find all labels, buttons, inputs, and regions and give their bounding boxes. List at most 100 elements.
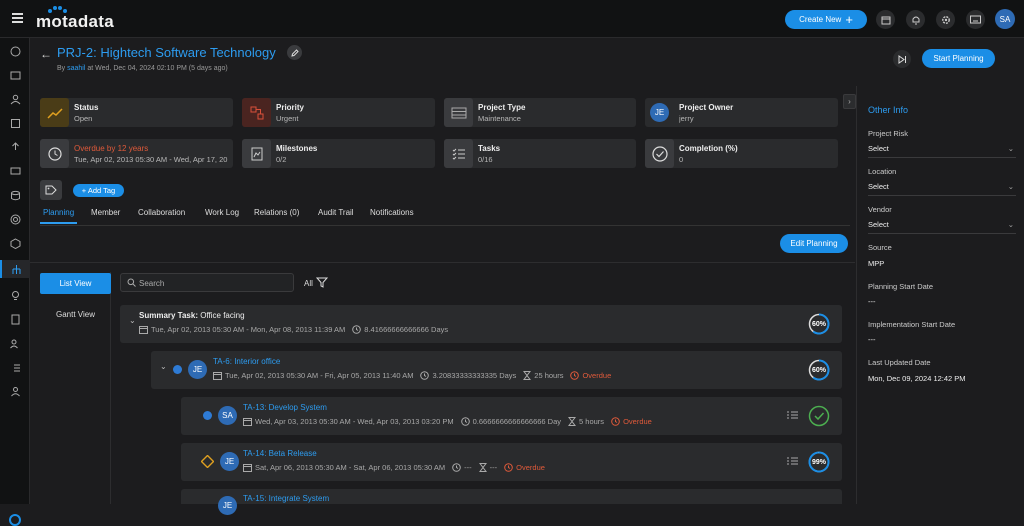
tab-collaboration[interactable]: Collaboration: [138, 208, 185, 217]
calendar-icon[interactable]: [876, 10, 895, 29]
overdue-clock-icon: [570, 371, 580, 380]
change-icon[interactable]: [6, 114, 24, 132]
calendar-icon: [213, 372, 222, 380]
tab-member[interactable]: Member: [91, 208, 120, 217]
collapse-panel-icon[interactable]: ›: [843, 94, 856, 109]
task-link[interactable]: TA-13: Develop System: [243, 403, 327, 412]
bell-icon[interactable]: [906, 10, 925, 29]
contacts-icon[interactable]: [6, 334, 24, 352]
overdue-card: Overdue by 12 years Tue, Apr 02, 2013 05…: [40, 139, 233, 168]
creator-link[interactable]: saahil: [67, 65, 85, 72]
calendar-icon: [139, 326, 148, 334]
monitor-icon[interactable]: [6, 162, 24, 180]
priority-icon: [242, 98, 271, 127]
calendar-icon: [243, 418, 252, 426]
calendar-icon: [243, 464, 252, 472]
database-icon[interactable]: [6, 186, 24, 204]
task-meta: Sat, Apr 06, 2013 05:30 AM - Sat, Apr 06…: [243, 463, 545, 472]
chevron-down-icon[interactable]: ⌄: [160, 362, 167, 371]
planning-start-value: ---: [868, 297, 876, 306]
report-icon[interactable]: [6, 310, 24, 328]
milestones-card: Milestones 0/2: [242, 139, 435, 168]
tab-work-log[interactable]: Work Log: [205, 208, 239, 217]
create-new-button[interactable]: Create New +: [785, 10, 867, 29]
vendor-label: Vendor: [868, 205, 892, 214]
check-circle-icon: [645, 139, 674, 168]
tasks-icon: [444, 139, 473, 168]
gear-icon[interactable]: [936, 10, 955, 29]
view-panel: [40, 272, 111, 504]
status-dot: [203, 411, 212, 420]
hourglass-icon: [478, 463, 487, 472]
filter-icon[interactable]: [316, 277, 328, 288]
project-risk-label: Project Risk: [868, 129, 909, 138]
task-meta: Wed, Apr 03, 2013 05:30 AM - Wed, Apr 03…: [243, 417, 652, 426]
idea-icon[interactable]: [6, 286, 24, 304]
user-avatar[interactable]: SA: [995, 9, 1015, 29]
cube-icon[interactable]: [6, 234, 24, 252]
impl-start-label: Implementation Start Date: [868, 320, 956, 329]
gantt-view-button[interactable]: Gantt View: [56, 310, 95, 319]
keyboard-icon[interactable]: [966, 10, 985, 29]
created-by: By saahil at Wed, Dec 04, 2024 02:10 PM …: [57, 65, 228, 72]
vendor-select[interactable]: Select ⌄: [868, 220, 1016, 234]
tab-notifications[interactable]: Notifications: [370, 208, 414, 217]
team-icon[interactable]: [6, 382, 24, 400]
ticket-icon[interactable]: [6, 66, 24, 84]
logo[interactable]: motadata: [36, 6, 114, 32]
project-type-icon: [444, 98, 473, 127]
dashboard-icon[interactable]: [6, 42, 24, 60]
list-view-button[interactable]: List View: [40, 273, 111, 294]
clock-icon: [460, 417, 470, 426]
clock-icon: [352, 325, 362, 334]
location-label: Location: [868, 167, 897, 176]
progress-ring: 60%: [808, 359, 830, 381]
edit-planning-button[interactable]: Edit Planning: [780, 234, 848, 253]
checklist-icon[interactable]: [787, 456, 798, 466]
task-link[interactable]: TA-14: Beta Release: [243, 449, 317, 458]
menu-icon[interactable]: [12, 13, 23, 23]
milestone-diamond-icon: [201, 455, 214, 468]
sidebar: [0, 38, 30, 526]
task-link[interactable]: TA-6: Interior office: [213, 357, 280, 366]
location-select[interactable]: Select ⌄: [868, 182, 1016, 196]
project-risk-select[interactable]: Select ⌄: [868, 144, 1016, 158]
source-value: MPP: [868, 259, 885, 268]
search-input[interactable]: [139, 276, 289, 290]
progress-ring: 60%: [808, 313, 830, 335]
checklist-icon[interactable]: [6, 358, 24, 376]
top-bar: motadata Create New + SA: [0, 0, 1024, 38]
edit-title-icon[interactable]: [287, 45, 302, 60]
user-icon[interactable]: [6, 90, 24, 108]
add-tag-button[interactable]: + Add Tag: [73, 184, 124, 197]
task-meta: Tue, Apr 02, 2013 05:30 AM - Fri, Apr 05…: [213, 371, 611, 380]
status-dot: [173, 365, 182, 374]
tab-planning[interactable]: Planning: [43, 208, 74, 217]
assignee-avatar: JE: [188, 360, 207, 379]
skip-icon[interactable]: [893, 50, 911, 68]
checklist-icon[interactable]: [787, 410, 798, 420]
search-icon: [127, 278, 136, 287]
active-tab-indicator: [40, 222, 77, 224]
search-box: [120, 273, 294, 292]
completed-check-icon: [808, 405, 830, 427]
back-arrow-icon[interactable]: ←: [40, 47, 52, 61]
support-icon[interactable]: [6, 210, 24, 228]
project-owner-card: JE Project Owner jerry: [645, 98, 838, 127]
task-link[interactable]: TA-15: Integrate System: [243, 494, 329, 503]
divider: [30, 262, 855, 263]
source-label: Source: [868, 243, 892, 252]
tab-relations[interactable]: Relations (0): [254, 208, 299, 217]
completion-card: Completion (%) 0: [645, 139, 838, 168]
release-icon[interactable]: [6, 138, 24, 156]
other-info-title: Other Info: [868, 105, 909, 115]
assignee-avatar: JE: [218, 496, 237, 515]
chevron-down-icon[interactable]: ⌄: [129, 316, 136, 325]
project-icon[interactable]: [0, 260, 30, 278]
tab-audit-trail[interactable]: Audit Trail: [318, 208, 354, 217]
tabs: Planning Member Collaboration Work Log R…: [40, 204, 850, 226]
trend-icon: [40, 98, 69, 127]
filter-label: All: [304, 279, 313, 288]
planning-start-label: Planning Start Date: [868, 282, 934, 291]
start-planning-button[interactable]: Start Planning: [922, 49, 995, 68]
